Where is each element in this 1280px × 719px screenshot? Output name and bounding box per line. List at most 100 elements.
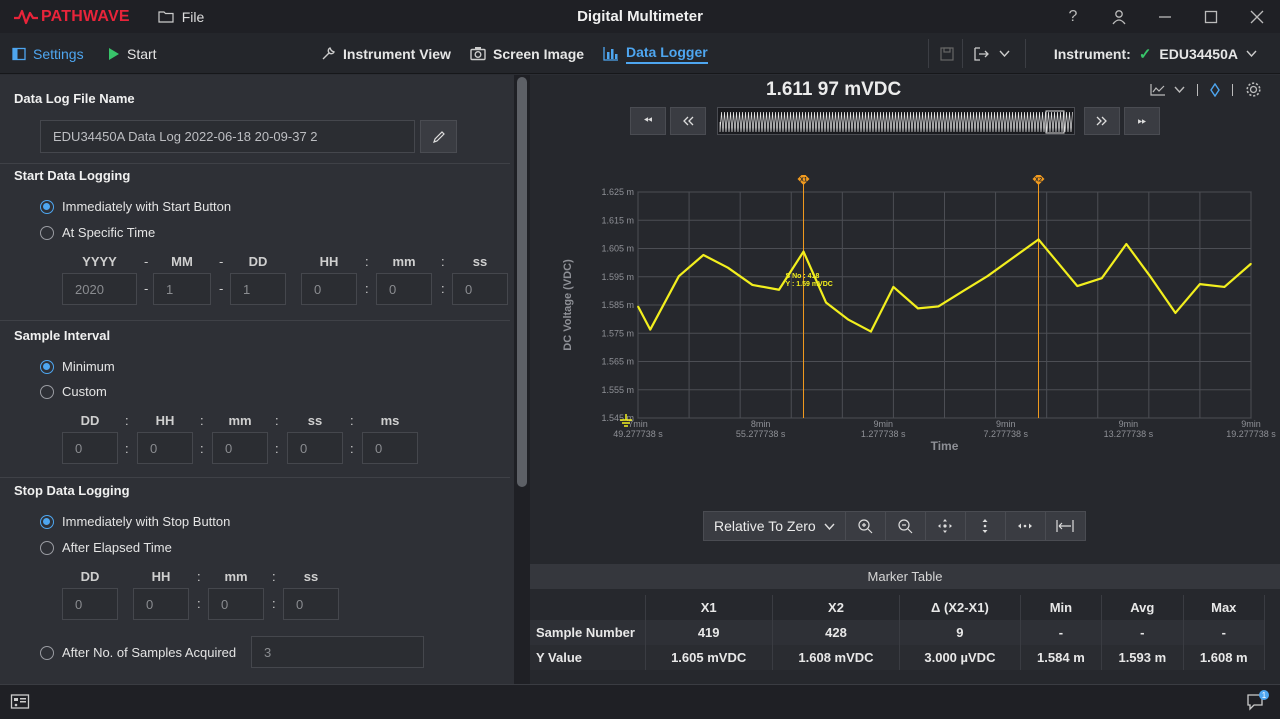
notifications-icon[interactable]: 1 bbox=[1246, 689, 1270, 713]
chart-type-button[interactable] bbox=[1150, 83, 1185, 96]
marker-diamond-icon[interactable] bbox=[1210, 82, 1220, 97]
elapsed-minute-input[interactable]: 0 bbox=[208, 588, 264, 620]
month-input[interactable]: 1 bbox=[153, 273, 211, 305]
minimize-button[interactable] bbox=[1142, 0, 1188, 33]
stop-samples-radio[interactable]: After No. of Samples Acquired bbox=[40, 645, 236, 660]
marker-col-header: Max bbox=[1183, 595, 1266, 620]
settings-button[interactable]: Settings bbox=[12, 33, 84, 74]
relative-mode-select[interactable]: Relative To Zero bbox=[703, 511, 846, 541]
edit-file-name-button[interactable] bbox=[420, 120, 457, 153]
pathwave-wave-icon bbox=[14, 9, 38, 24]
interval-second-input[interactable]: 0 bbox=[287, 432, 343, 464]
table-cell: 3.000 µVDC bbox=[899, 645, 1021, 670]
start-specific-time-radio[interactable]: At Specific Time bbox=[40, 225, 155, 240]
row-header: Y Value bbox=[530, 645, 646, 670]
user-button[interactable] bbox=[1096, 0, 1142, 33]
settings-scrollbar[interactable] bbox=[514, 75, 530, 684]
zoom-in-button[interactable] bbox=[845, 511, 886, 541]
table-cell: 1.593 m bbox=[1101, 645, 1184, 670]
data-point bbox=[986, 275, 989, 277]
minute-input[interactable]: 0 bbox=[376, 273, 432, 305]
y-axis-label: DC Voltage (VDC) bbox=[562, 259, 574, 351]
radio-selected bbox=[40, 359, 54, 374]
sample-custom-radio[interactable]: Custom bbox=[40, 384, 107, 399]
divider bbox=[0, 163, 510, 164]
instrument-view-tab[interactable]: Instrument View bbox=[320, 33, 451, 74]
connection-status-icon[interactable] bbox=[10, 692, 30, 712]
export-menu-button[interactable] bbox=[973, 33, 1010, 74]
vertical-scale-button[interactable] bbox=[965, 511, 1006, 541]
start-immediately-radio[interactable]: Immediately with Start Button bbox=[40, 199, 231, 214]
maximize-button[interactable] bbox=[1188, 0, 1234, 33]
toolbar-separator bbox=[962, 39, 963, 68]
chart-settings-gear-icon[interactable] bbox=[1245, 81, 1262, 98]
file-menu[interactable]: File bbox=[158, 9, 204, 25]
screen-image-tab[interactable]: Screen Image bbox=[470, 33, 584, 74]
data-point bbox=[1223, 286, 1226, 288]
jump-end-button[interactable]: ⏩︎ bbox=[1124, 107, 1160, 135]
voltage-chart[interactable]: 1.625 m 1.615 m 1.605 m 1.595 m 1.585 m 1.575… bbox=[530, 175, 1280, 460]
table-cell: - bbox=[1101, 620, 1184, 645]
y-tick-label: 1.615 m bbox=[601, 215, 634, 225]
year-input[interactable]: 2020 bbox=[62, 273, 137, 305]
table-cell: 419 bbox=[645, 620, 773, 645]
zoom-out-button[interactable] bbox=[885, 511, 926, 541]
chevron-down-icon bbox=[999, 50, 1010, 57]
scrollbar-thumb[interactable] bbox=[517, 77, 527, 487]
day-input[interactable]: 1 bbox=[230, 273, 286, 305]
elapsed-day-input[interactable]: 0 bbox=[62, 588, 118, 620]
fast-forward-icon: ⏩︎ bbox=[1137, 114, 1147, 127]
interval-hour-label: HH bbox=[155, 413, 175, 428]
toolbar-divider bbox=[1232, 83, 1233, 96]
instrument-selector[interactable]: Instrument: ✓ EDU34450A bbox=[1054, 33, 1257, 74]
time-separator: : bbox=[350, 413, 354, 428]
data-point bbox=[917, 307, 919, 310]
elapsed-hour-input[interactable]: 0 bbox=[133, 588, 189, 620]
marker-col-header: Δ (X2-X1) bbox=[899, 595, 1021, 620]
pan-button[interactable] bbox=[925, 511, 966, 541]
marker-label: X1 bbox=[800, 178, 808, 184]
toolbar-divider bbox=[1197, 83, 1198, 96]
interval-hour-input[interactable]: 0 bbox=[137, 432, 193, 464]
data-logger-tab[interactable]: Data Logger bbox=[603, 33, 708, 74]
step-back-button[interactable] bbox=[670, 107, 706, 135]
line-chart-icon bbox=[1150, 84, 1165, 96]
time-separator: : bbox=[200, 413, 204, 428]
samples-count-input[interactable]: 3 bbox=[251, 636, 424, 668]
stop-elapsed-radio[interactable]: After Elapsed Time bbox=[40, 540, 172, 555]
start-button[interactable]: Start bbox=[108, 33, 157, 74]
x-tick-label: 9min bbox=[1119, 419, 1139, 429]
time-separator: : bbox=[272, 569, 276, 584]
hour-label: HH bbox=[319, 254, 339, 269]
interval-minute-input[interactable]: 0 bbox=[212, 432, 268, 464]
sample-minimum-radio[interactable]: Minimum bbox=[40, 359, 115, 374]
maximize-icon bbox=[1204, 10, 1218, 23]
zoom-out-icon bbox=[898, 519, 913, 534]
step-forward-button[interactable] bbox=[1084, 107, 1120, 135]
elapsed-second-input[interactable]: 0 bbox=[283, 588, 339, 620]
help-button[interactable]: ? bbox=[1050, 0, 1096, 33]
interval-day-input[interactable]: 0 bbox=[62, 432, 118, 464]
interval-ms-input[interactable]: 0 bbox=[362, 432, 418, 464]
export-disabled-button[interactable] bbox=[939, 33, 955, 74]
data-logger-label: Data Logger bbox=[626, 44, 708, 64]
overview-strip[interactable] bbox=[717, 107, 1075, 135]
close-button[interactable] bbox=[1234, 0, 1280, 33]
jump-start-button[interactable]: ⏪︎ bbox=[630, 107, 666, 135]
toolbar-separator bbox=[1025, 39, 1026, 68]
data-point bbox=[1076, 285, 1079, 287]
fit-to-screen-button[interactable] bbox=[1045, 511, 1086, 541]
hour-input[interactable]: 0 bbox=[301, 273, 357, 305]
horizontal-scale-button[interactable] bbox=[1005, 511, 1046, 541]
x-tick-label: 9min bbox=[873, 419, 893, 429]
data-point bbox=[678, 275, 680, 277]
file-name-input[interactable]: EDU34450A Data Log 2022-06-18 20-09-37 2 bbox=[40, 120, 415, 153]
pathwave-logo: PATHWAVE bbox=[13, 8, 130, 26]
data-point bbox=[1250, 262, 1252, 265]
chart-control-bar: Relative To Zero bbox=[703, 511, 1086, 541]
second-input[interactable]: 0 bbox=[452, 273, 508, 305]
data-point bbox=[702, 254, 705, 256]
data-point bbox=[778, 288, 780, 291]
marker-table: X1 X2 Δ (X2-X1) Min Avg Max Sample Numbe… bbox=[530, 595, 1266, 670]
stop-immediately-radio[interactable]: Immediately with Stop Button bbox=[40, 514, 230, 529]
